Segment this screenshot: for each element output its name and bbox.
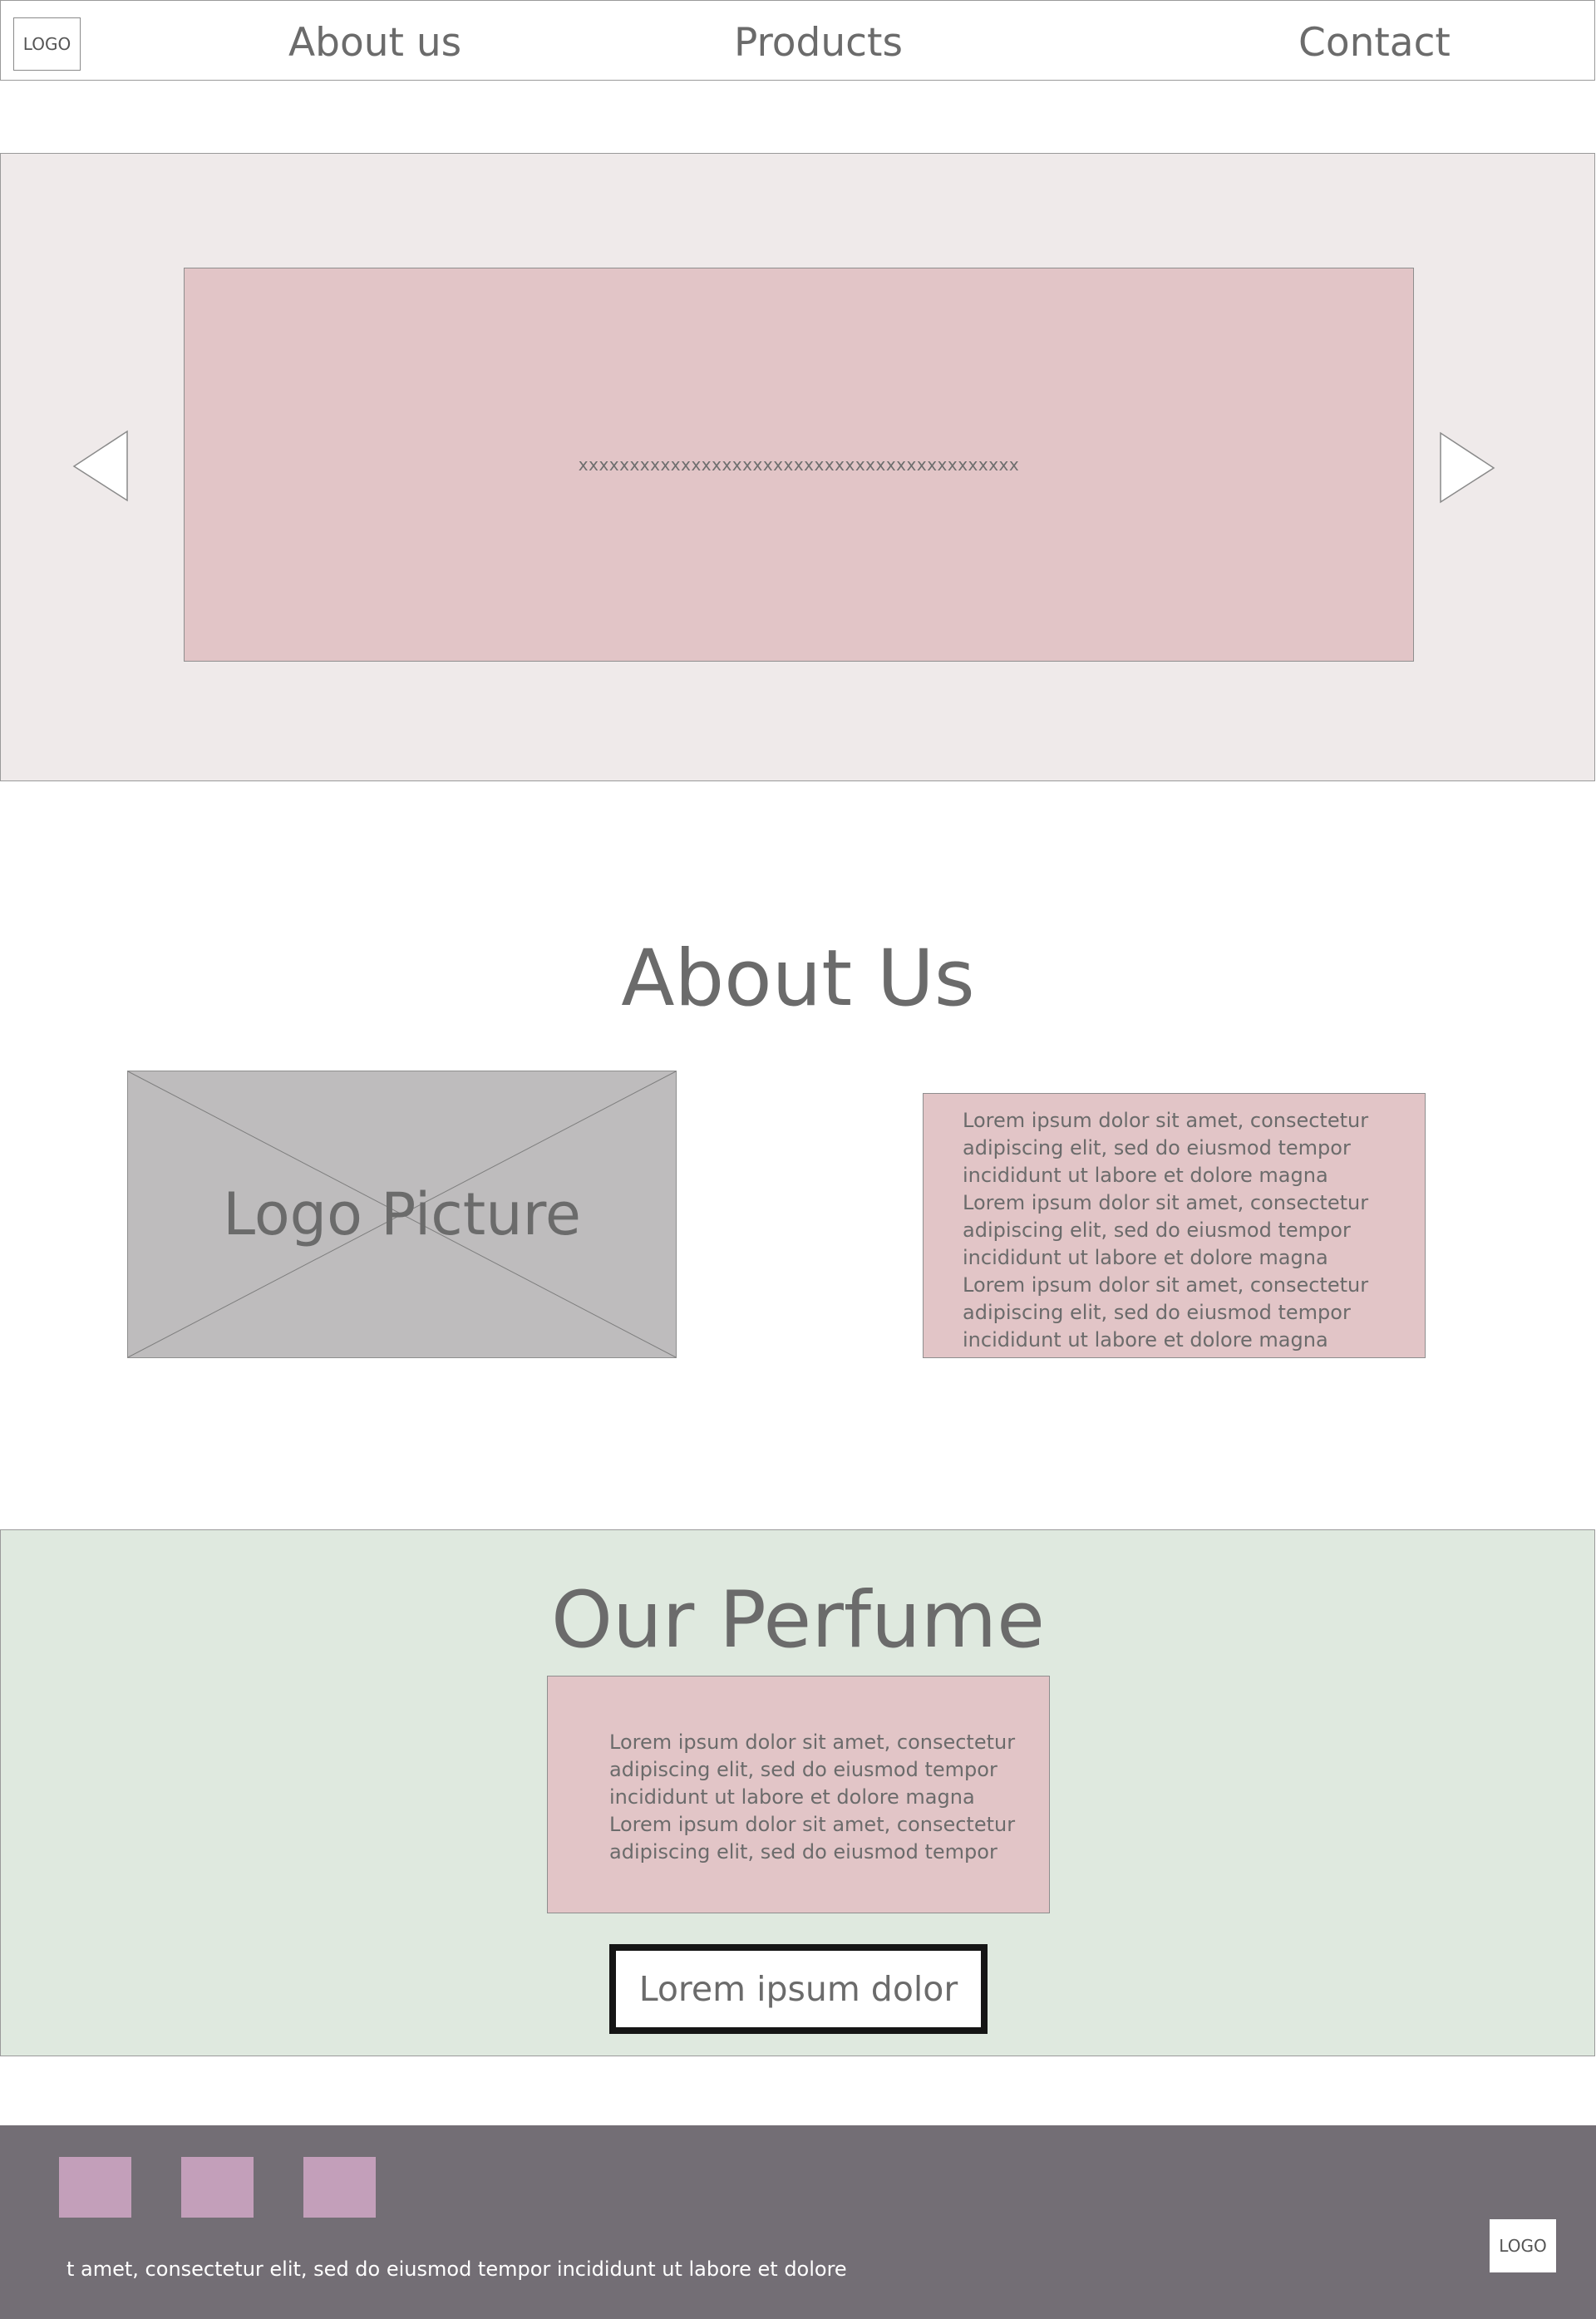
about-text-line: incididunt ut labore et dolore magna [963, 1164, 1328, 1187]
perfume-cta-button[interactable]: Lorem ipsum dolor [609, 1944, 988, 2034]
nav-products[interactable]: Products [734, 10, 903, 76]
perfume-title: Our Perfume [551, 1575, 1045, 1666]
carousel-next-icon[interactable] [1438, 431, 1496, 504]
social-link-3[interactable] [303, 2157, 376, 2218]
social-link-2[interactable] [181, 2157, 254, 2218]
about-text-line: adipiscing elit, sed do eiusmod tempor [963, 1136, 1351, 1160]
about-text-line: incididunt ut labore et dolore magna [963, 1328, 1328, 1352]
about-text-line: Lorem ipsum dolor sit amet, consectetur [963, 1109, 1369, 1132]
perfume-text-box: Lorem ipsum dolor sit amet, consectetur … [547, 1676, 1050, 1913]
perfume-text-line: Lorem ipsum dolor sit amet, consectetur [609, 1731, 1016, 1754]
slide-text: xxxxxxxxxxxxxxxxxxxxxxxxxxxxxxxxxxxxxxxx… [578, 455, 1020, 475]
about-text-line: Lorem ipsum dolor sit amet, consectetur [963, 1273, 1369, 1297]
header-logo[interactable]: LOGO [13, 17, 81, 71]
perfume-text-line: Lorem ipsum dolor sit amet, consectetur [609, 1813, 1016, 1836]
logo-picture-placeholder: Logo Picture [127, 1071, 677, 1358]
about-text-line: adipiscing elit, sed do eiusmod tempor [963, 1301, 1351, 1324]
nav-contact[interactable]: Contact [1298, 10, 1451, 76]
about-text-line: Lorem ipsum dolor sit amet, consectetur [963, 1191, 1369, 1214]
footer [0, 2125, 1596, 2319]
nav-about-us[interactable]: About us [288, 10, 461, 76]
logo-picture-label: Logo Picture [223, 1180, 581, 1248]
about-text-line: incididunt ut labore et dolore magna [963, 1246, 1328, 1269]
about-text-line: adipiscing elit, sed do eiusmod tempor [963, 1219, 1351, 1242]
footer-logo[interactable]: LOGO [1490, 2219, 1556, 2272]
footer-text: t amet, consectetur elit, sed do eiusmod… [66, 2257, 847, 2281]
perfume-text-line: adipiscing elit, sed do eiusmod tempor [609, 1840, 998, 1864]
social-link-1[interactable] [59, 2157, 131, 2218]
carousel-slide[interactable]: xxxxxxxxxxxxxxxxxxxxxxxxxxxxxxxxxxxxxxxx… [184, 268, 1414, 662]
about-text-box: Lorem ipsum dolor sit amet, consectetur … [923, 1093, 1426, 1358]
perfume-text-line: adipiscing elit, sed do eiusmod tempor [609, 1758, 998, 1781]
perfume-text-line: incididunt ut labore et dolore magna [609, 1785, 975, 1809]
carousel-prev-icon[interactable] [71, 430, 130, 502]
about-title: About Us [621, 933, 975, 1024]
